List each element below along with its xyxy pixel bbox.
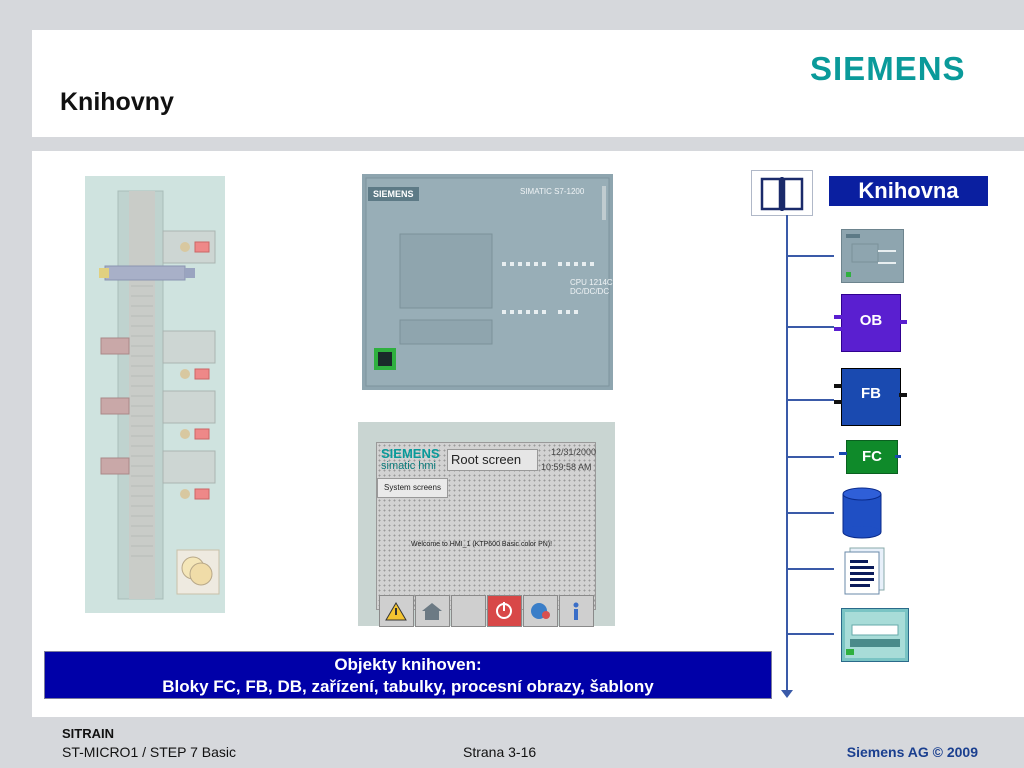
library-fb-block: FB	[841, 368, 901, 426]
ob-pin-right	[899, 320, 907, 324]
plc-brand-label: SIEMENS	[368, 187, 419, 201]
branch-device	[788, 255, 834, 257]
ob-pin-left-bottom	[834, 327, 842, 331]
hmi-brand: SIEMENS	[381, 446, 440, 461]
fb-pin-right	[899, 393, 907, 397]
siemens-logo: SIEMENS	[810, 50, 966, 87]
fc-pin-right	[895, 455, 901, 458]
tree-arrow-icon	[781, 690, 793, 698]
hmi-product: simatic hmi	[381, 460, 437, 472]
banner-line1: Objekty knihoven:	[334, 655, 482, 674]
hmi-info-icon	[559, 595, 594, 627]
banner-line2: Bloky FC, FB, DB, zařízení, tabulky, pro…	[162, 677, 654, 696]
plc-cpu-label: CPU 1214C DC/DC/DC	[570, 278, 613, 296]
hmi-blank-button	[451, 595, 486, 627]
hmi-welcome-text: Welcome to HMI_1 (KTP600 Basic color PN)…	[411, 541, 553, 548]
conveyor-illustration	[85, 176, 225, 613]
hmi-system-screens-button: System screens	[377, 478, 448, 498]
branch-fb	[788, 399, 834, 401]
hmi-power-icon	[487, 595, 522, 627]
hmi-globe-icon	[523, 595, 558, 627]
plc-model-label: SIMATIC S7-1200	[520, 187, 585, 196]
plc-device-image: SIEMENS SIMATIC S7-1200 CPU 1214C DC/DC/…	[362, 174, 613, 390]
library-process-screen-icon	[841, 608, 909, 662]
ob-pin-left-top	[834, 315, 842, 319]
hmi-panel-image: SIEMENS simatic hmi Root screen 12/31/20…	[358, 422, 615, 627]
library-device-icon	[841, 229, 904, 283]
hmi-home-icon	[415, 595, 450, 627]
library-label: Knihovna	[829, 176, 988, 206]
branch-ob	[788, 326, 834, 328]
library-db-icon	[841, 487, 883, 539]
info-banner: Objekty knihoven: Bloky FC, FB, DB, zaří…	[44, 651, 772, 699]
footer-page-number: Strana 3-16	[463, 744, 537, 760]
branch-fc	[788, 456, 834, 458]
tree-line	[786, 215, 788, 693]
fc-pin-left	[839, 452, 847, 455]
plc-cpu-line2: DC/DC/DC	[570, 287, 610, 296]
fb-label: FB	[861, 385, 881, 402]
plc-cpu-line1: CPU 1214C	[570, 278, 613, 287]
footer-copyright: Siemens AG © 2009	[846, 744, 978, 760]
fb-pin-left-bottom	[834, 400, 842, 404]
footer-course: ST-MICRO1 / STEP 7 Basic	[62, 744, 237, 760]
branch-screen	[788, 633, 834, 635]
hmi-date: 12/31/2000	[551, 447, 597, 457]
fc-label: FC	[862, 448, 882, 465]
library-ob-block: OB	[841, 294, 901, 352]
fb-pin-left-top	[834, 384, 842, 388]
page-title: Knihovny	[60, 88, 174, 116]
footer-brand: SITRAIN	[62, 726, 114, 741]
ob-label: OB	[859, 312, 883, 329]
branch-db	[788, 512, 834, 514]
hmi-warning-icon	[379, 595, 414, 627]
hmi-root-screen: Root screen	[447, 449, 538, 471]
branch-table	[788, 568, 834, 570]
library-book-icon	[751, 170, 813, 216]
library-table-icon	[842, 546, 888, 596]
hmi-screen: SIEMENS simatic hmi Root screen 12/31/20…	[376, 442, 597, 627]
hmi-time: 10:59:58 AM	[541, 462, 592, 472]
conveyor-graphic	[99, 190, 220, 600]
library-fc-block: FC	[846, 440, 898, 474]
